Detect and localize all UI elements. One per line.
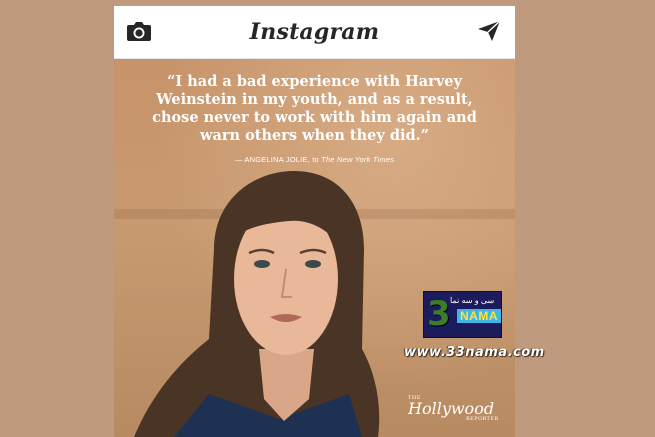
quote-attribution: — ANGELINA JOLIE, to The New York Times <box>114 155 515 164</box>
watermark-logo-number: 3 <box>427 294 451 334</box>
hr-logo-the: THE <box>408 395 421 401</box>
quote-text: “I had a bad experience with Harvey Wein… <box>152 73 477 144</box>
watermark-logo-text: NAMA <box>457 309 501 323</box>
hr-logo-sub: REPORTER <box>466 416 499 422</box>
post-image[interactable]: “I had a bad experience with Harvey Wein… <box>114 59 515 437</box>
attribution-publication: The New York Times <box>321 155 395 164</box>
watermark-logo: 3 سی و سه نما NAMA <box>423 291 502 338</box>
attribution-speaker: — ANGELINA JOLIE, to <box>234 155 319 164</box>
paper-plane-icon[interactable] <box>477 20 501 42</box>
watermark-logo-arabic: سی و سه نما <box>450 296 495 305</box>
hollywood-reporter-logo: THE Hollywood REPORTER <box>408 395 498 422</box>
watermark-url: www.33nama.com <box>404 345 545 360</box>
app-title: Instagram <box>249 19 380 45</box>
instagram-header: Instagram <box>114 6 515 59</box>
instagram-post-frame: Instagram “I had a bad experience with H… <box>114 6 515 437</box>
